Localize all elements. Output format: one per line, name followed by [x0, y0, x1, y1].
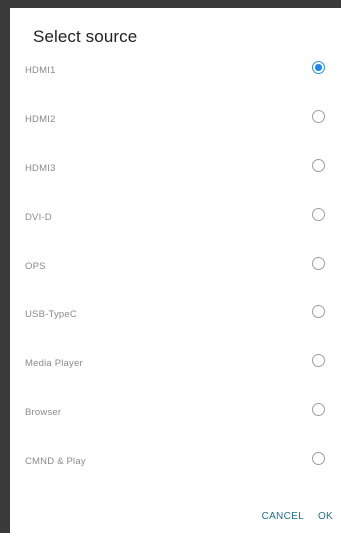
source-option-hdmi1[interactable]: HDMI1	[10, 56, 341, 105]
source-option-label: HDMI2	[25, 113, 56, 125]
screen: Select source HDMI1 HDMI2 HDMI3 DVI-D OP…	[0, 0, 341, 533]
source-option-cmnd-play[interactable]: CMND & Play	[10, 447, 341, 496]
source-option-label: Media Player	[25, 358, 83, 370]
radio-unselected-icon[interactable]	[312, 305, 325, 319]
source-option-label: Browser	[25, 407, 62, 419]
left-frame-edge	[0, 0, 10, 533]
source-option-label: HDMI3	[25, 162, 56, 174]
dialog-actions: CANCEL OK	[262, 508, 333, 524]
radio-unselected-icon[interactable]	[312, 403, 325, 417]
source-option-hdmi3[interactable]: HDMI3	[10, 154, 341, 203]
radio-unselected-icon[interactable]	[312, 109, 325, 123]
ok-button[interactable]: OK	[318, 511, 333, 522]
source-option-hdmi2[interactable]: HDMI2	[10, 105, 341, 154]
radio-unselected-icon[interactable]	[312, 354, 325, 368]
radio-selected-icon[interactable]	[312, 61, 325, 74]
source-option-usb-typec[interactable]: USB-TypeC	[10, 300, 341, 349]
source-option-label: HDMI1	[25, 65, 56, 76]
source-option-dvi-d[interactable]: DVI-D	[10, 203, 341, 252]
top-frame-bar	[0, 0, 341, 8]
source-option-label: DVI-D	[25, 211, 52, 223]
radio-unselected-icon[interactable]	[312, 158, 325, 172]
source-option-label: CMND & Play	[25, 456, 86, 468]
radio-unselected-icon[interactable]	[312, 452, 325, 466]
cancel-button[interactable]: CANCEL	[262, 511, 304, 522]
source-option-label: USB-TypeC	[25, 309, 77, 321]
source-option-label: OPS	[25, 260, 46, 272]
dialog-title: Select source	[33, 27, 138, 46]
source-options-list: HDMI1 HDMI2 HDMI3 DVI-D OPS USB-TypeC Me…	[10, 56, 341, 496]
select-source-dialog: Select source HDMI1 HDMI2 HDMI3 DVI-D OP…	[10, 8, 341, 533]
radio-unselected-icon[interactable]	[312, 207, 325, 221]
radio-unselected-icon[interactable]	[312, 256, 325, 270]
source-option-browser[interactable]: Browser	[10, 398, 341, 447]
source-option-ops[interactable]: OPS	[10, 252, 341, 301]
source-option-media-player[interactable]: Media Player	[10, 349, 341, 398]
